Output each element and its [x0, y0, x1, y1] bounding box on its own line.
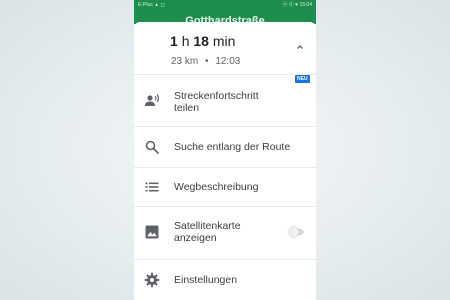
- list-icon: [145, 182, 159, 192]
- search-along-route-label: Suche entlang der Route: [174, 141, 291, 153]
- route-duration[interactable]: 1 h 18 min: [170, 33, 235, 49]
- detail-separator: •: [205, 56, 209, 67]
- carrier-status: E-Plus ▲ ◻: [138, 2, 165, 8]
- share-progress-item[interactable]: Streckenfortschritt teilen NEU: [134, 75, 316, 127]
- route-options-sheet: 1 h 18 min 23 km • 12:03 Streckenfortsch…: [134, 22, 316, 300]
- route-details: 23 km • 12:03: [171, 56, 240, 67]
- system-status: ⓝ ⓓ ♥ 15:04: [282, 2, 312, 8]
- search-icon: [145, 140, 159, 154]
- status-bar: E-Plus ▲ ◻ ⓝ ⓓ ♥ 15:04: [134, 0, 316, 10]
- settings-item[interactable]: Einstellungen: [134, 260, 316, 300]
- duration-hours-unit: h: [181, 33, 190, 49]
- phone-screen: E-Plus ▲ ◻ ⓝ ⓓ ♥ 15:04 Gotthardstraße 1 …: [134, 0, 316, 300]
- duration-hours: 1: [170, 33, 178, 49]
- search-along-route-item[interactable]: Suche entlang der Route: [134, 127, 316, 167]
- directions-item[interactable]: Wegbeschreibung: [134, 168, 316, 206]
- person-voice-icon: [145, 94, 159, 106]
- chevron-up-icon[interactable]: [295, 43, 305, 51]
- settings-label: Einstellungen: [174, 274, 238, 286]
- satellite-toggle[interactable]: [289, 227, 305, 237]
- directions-label: Wegbeschreibung: [174, 181, 259, 193]
- gear-icon: [144, 272, 160, 288]
- new-badge: NEU: [295, 75, 310, 83]
- satellite-map-item[interactable]: Satellitenkarte anzeigen: [134, 207, 316, 259]
- duration-minutes: 18: [193, 33, 209, 49]
- toggle-thumb: [289, 227, 299, 237]
- share-progress-label: Streckenfortschritt teilen: [174, 90, 259, 114]
- duration-minutes-unit: min: [212, 33, 236, 49]
- route-distance: 23 km: [171, 56, 199, 67]
- image-icon: [145, 225, 159, 239]
- satellite-map-label: Satellitenkarte anzeigen: [174, 220, 241, 244]
- arrival-time: 12:03: [215, 56, 241, 67]
